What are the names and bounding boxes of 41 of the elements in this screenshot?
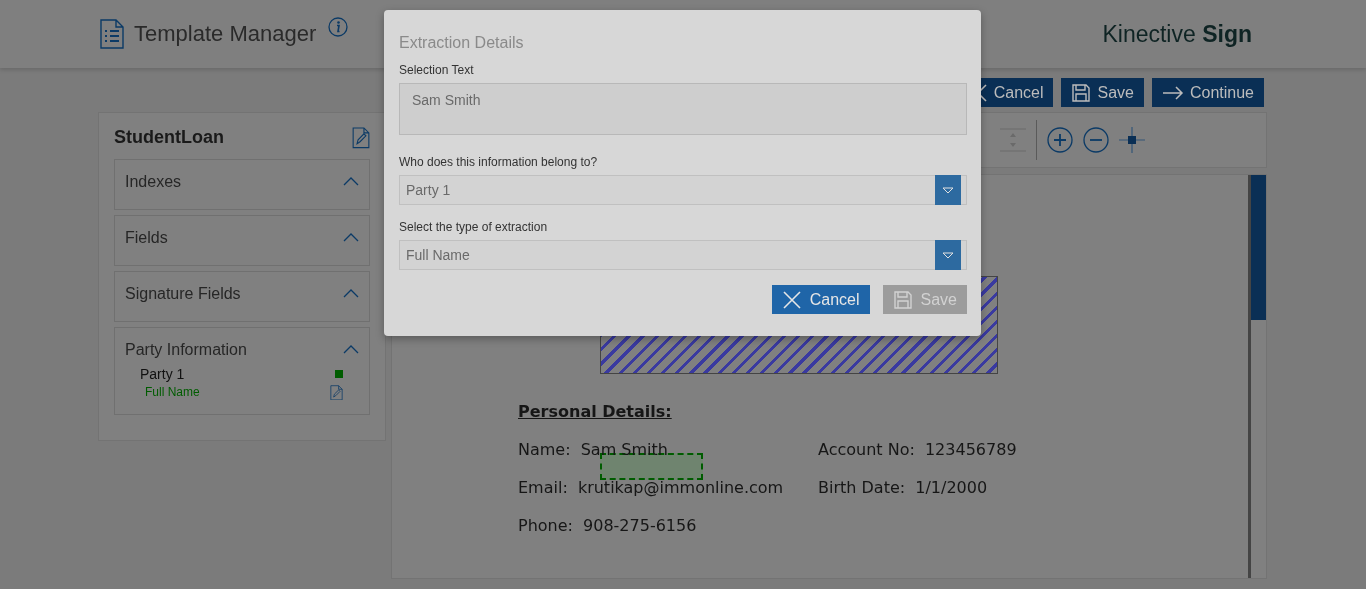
app-title: Template Manager bbox=[134, 21, 317, 47]
chevron-up-icon bbox=[343, 345, 359, 355]
text-field[interactable]: Sam Smith bbox=[399, 83, 967, 135]
chevron-up-icon bbox=[343, 233, 359, 243]
info-icon[interactable] bbox=[328, 17, 349, 37]
zoom-in-icon[interactable] bbox=[1047, 127, 1073, 153]
field-label: Selection Text bbox=[399, 63, 475, 77]
field-label: Who does this information belong to? bbox=[399, 155, 599, 169]
arrow-right-icon bbox=[1161, 85, 1184, 100]
chevron-up-icon bbox=[343, 289, 359, 299]
party-name[interactable]: Party 1 bbox=[140, 365, 185, 382]
dropdown[interactable]: Full Name bbox=[399, 240, 967, 270]
cancel-button[interactable]: Cancel bbox=[771, 285, 870, 314]
template-name: StudentLoan bbox=[114, 127, 224, 149]
party-field[interactable]: Full Name bbox=[145, 385, 200, 400]
section-header[interactable]: Fields bbox=[125, 228, 359, 247]
detail-text: Birth Date: 1/1/2000 bbox=[818, 478, 989, 497]
chevron-up-icon bbox=[343, 177, 359, 187]
continue-button[interactable]: Continue bbox=[1151, 78, 1264, 107]
field-label: Select the type of extraction bbox=[399, 220, 549, 234]
dropdown[interactable]: Party 1 bbox=[399, 175, 967, 205]
detail-text: Account No: 123456789 bbox=[818, 440, 1018, 459]
crosshair-icon[interactable] bbox=[1119, 127, 1145, 153]
section-heading: Personal Details: bbox=[518, 402, 673, 421]
section-header[interactable]: Signature Fields bbox=[125, 284, 359, 303]
section-header[interactable]: Party Information bbox=[125, 340, 359, 359]
detail-text: Email: krutikap@immonline.com bbox=[518, 478, 785, 497]
dialog-title: Extraction Details bbox=[399, 34, 525, 52]
edit-document-icon[interactable] bbox=[352, 127, 370, 149]
save-button[interactable]: Save bbox=[1061, 78, 1144, 107]
list-document-icon bbox=[100, 19, 124, 49]
section-header[interactable]: Indexes bbox=[125, 172, 359, 191]
close-icon bbox=[781, 289, 802, 310]
zoom-out-icon[interactable] bbox=[1083, 127, 1109, 153]
field-placeholder[interactable] bbox=[600, 453, 703, 480]
detail-text: Phone: 908-275-6156 bbox=[518, 516, 698, 535]
scrollbar[interactable] bbox=[1248, 175, 1266, 578]
edit-document-icon[interactable] bbox=[330, 384, 343, 401]
triangle-down-icon bbox=[942, 186, 954, 194]
triangle-down-icon bbox=[942, 251, 954, 259]
brand-logo: Kinective Sign bbox=[1102, 20, 1252, 48]
